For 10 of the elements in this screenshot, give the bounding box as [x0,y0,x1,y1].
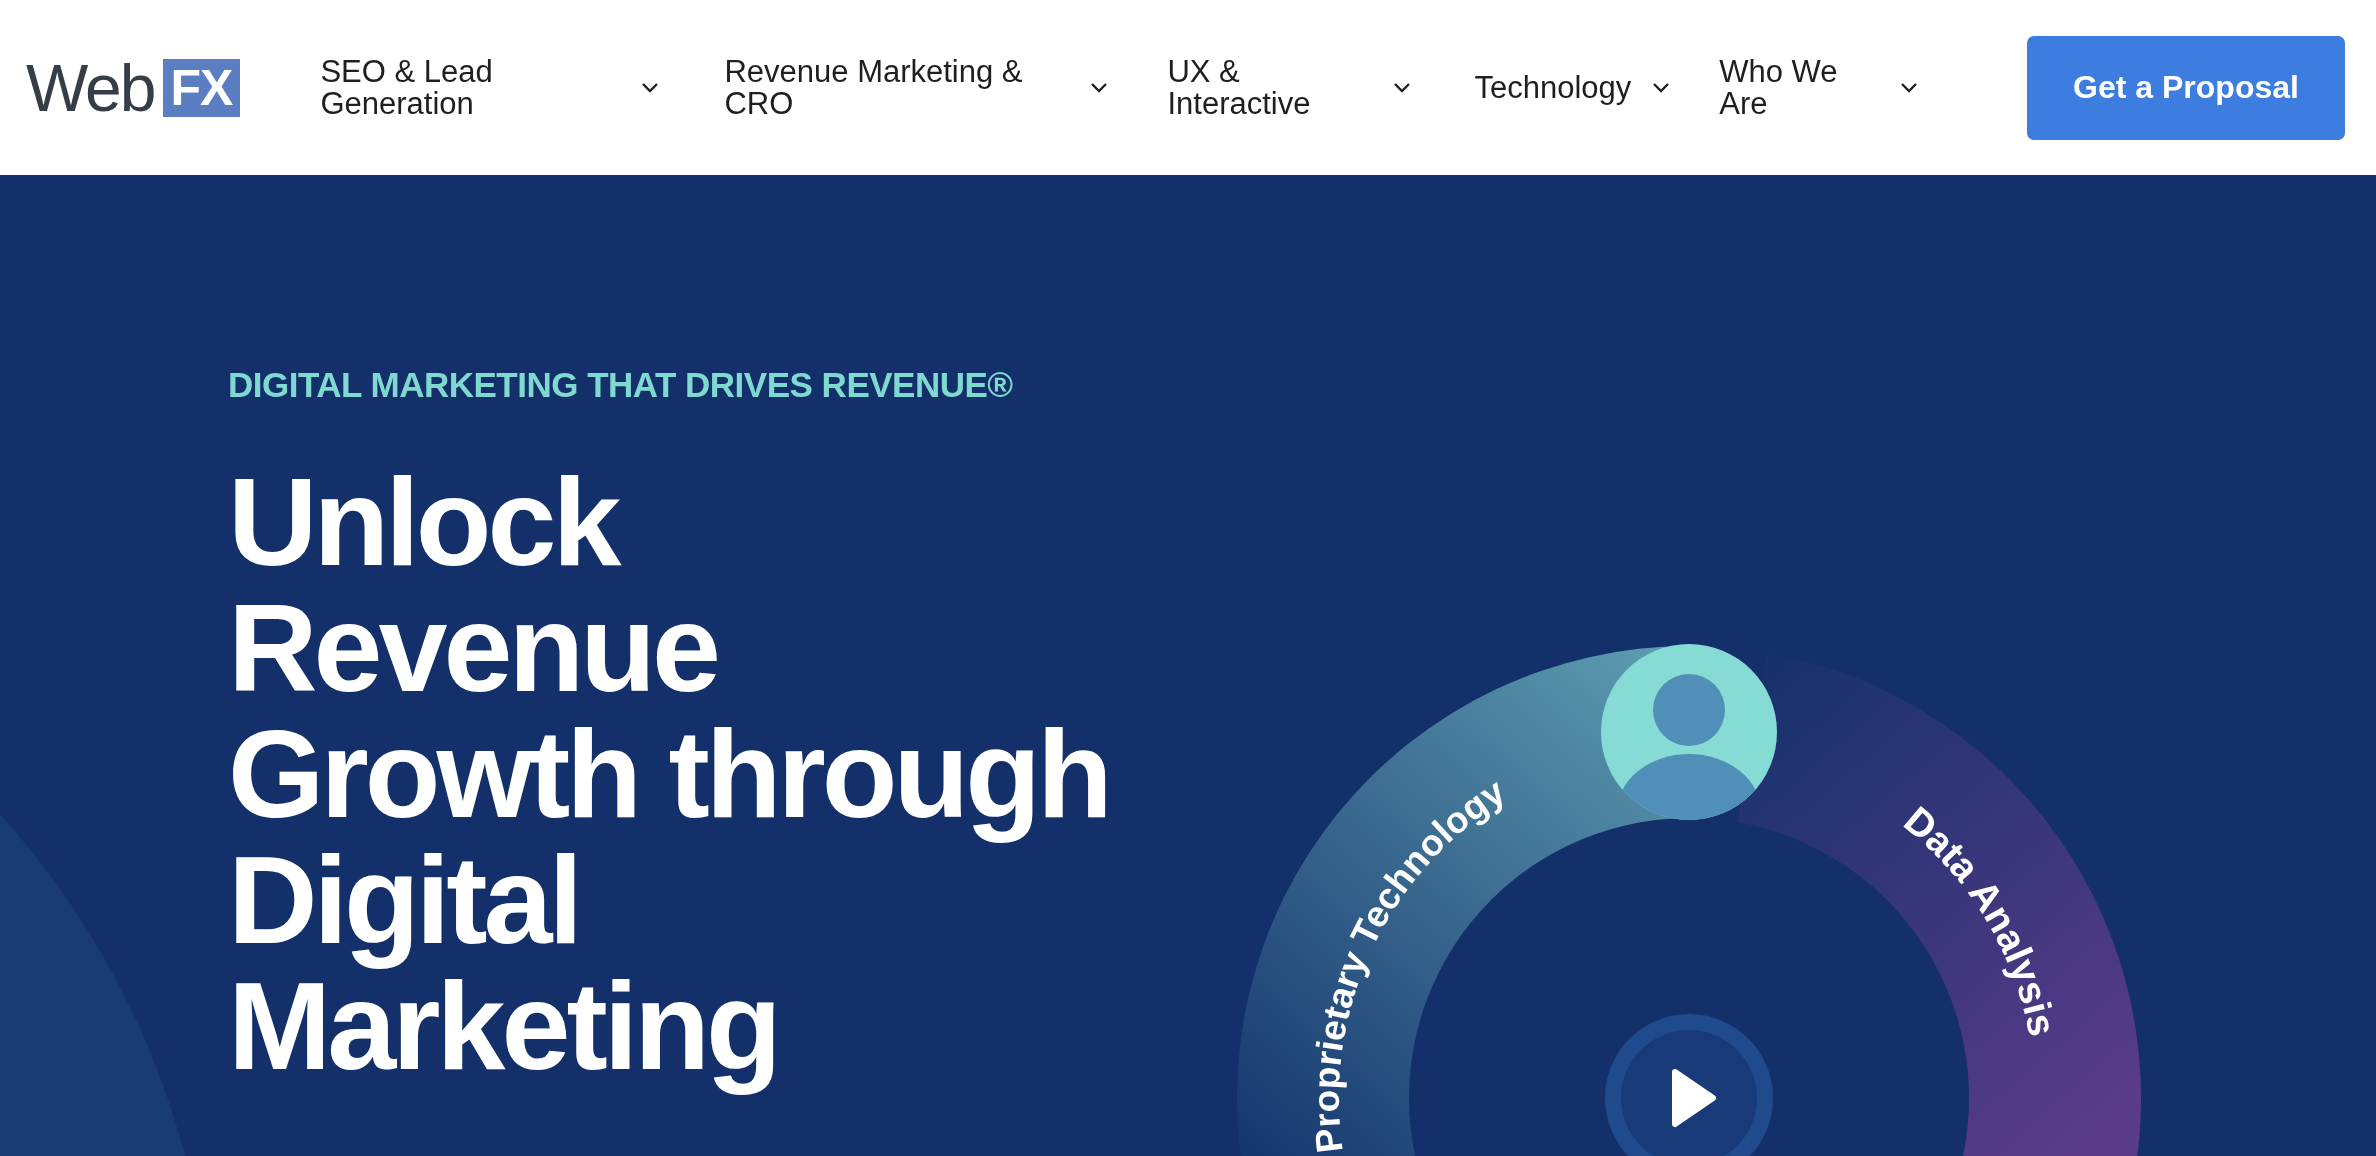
nav-menu-item[interactable]: UX & Interactive [1167,55,1413,120]
get-proposal-button[interactable]: Get a Proposal [2027,35,2345,140]
webfx-logo[interactable]: Web FX [26,54,241,121]
nav-menu-item[interactable]: Technology [1474,71,1672,104]
nav-menu-item[interactable]: Who We Are [1719,55,1920,120]
nav-menu-item[interactable]: SEO & Lead Generation [320,55,661,120]
nav-menu-item[interactable]: Revenue Marketing & CRO [724,55,1110,120]
hero-heading: Unlock Revenue Growth through Digital Marketing [228,459,1110,1097]
play-button[interactable] [1605,1014,1773,1156]
hero-eyebrow: DIGITAL MARKETING THAT DRIVES REVENUE® [228,365,1014,405]
